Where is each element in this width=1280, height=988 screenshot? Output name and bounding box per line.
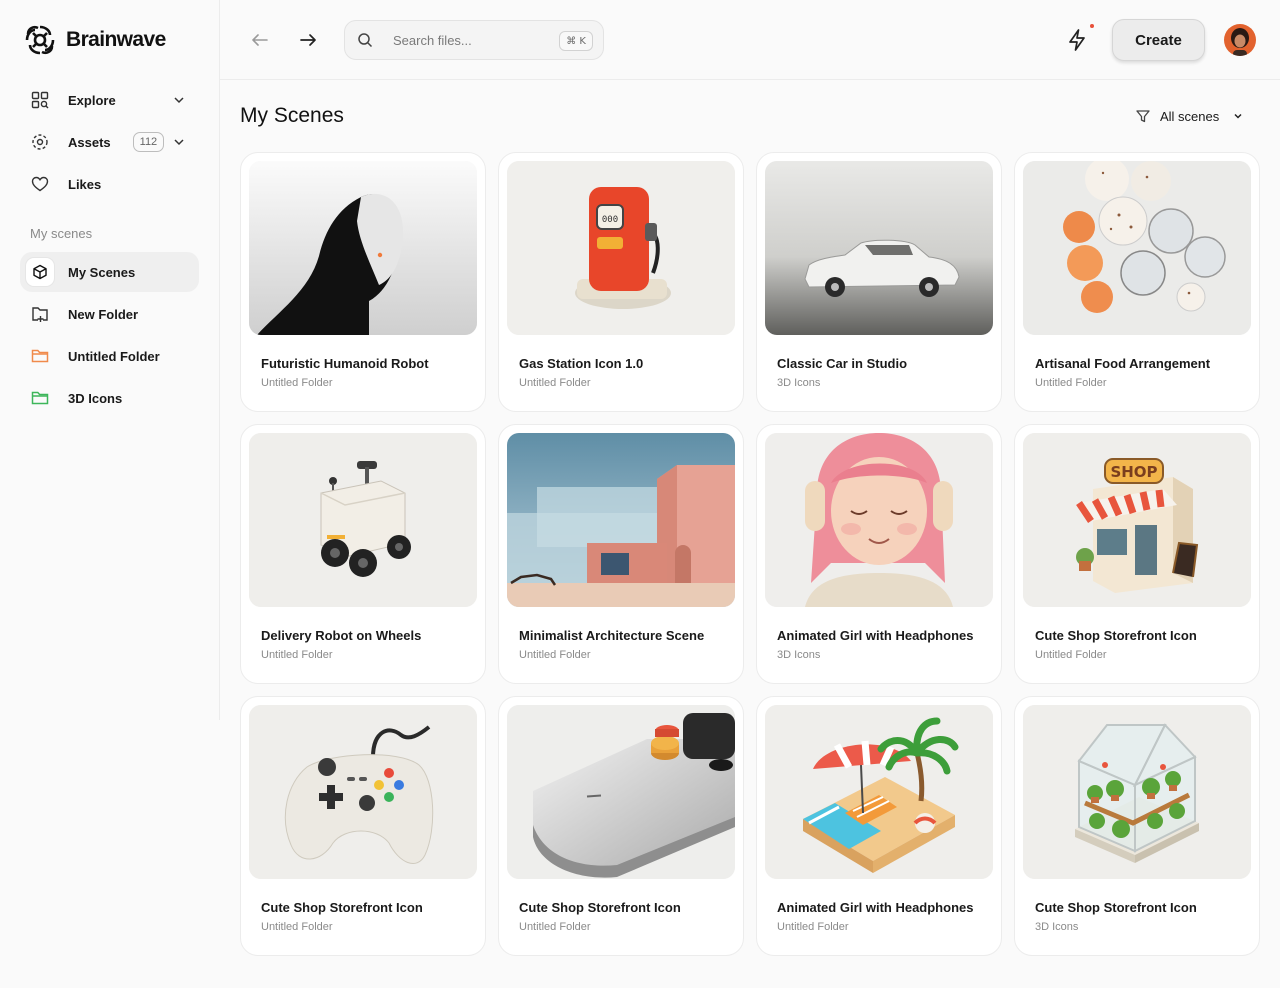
lightning-bolt-icon [1069, 29, 1085, 51]
create-button[interactable]: Create [1112, 19, 1205, 61]
filter-label: All scenes [1160, 108, 1220, 124]
scene-card[interactable]: Animated Girl with Headphones 3D Icons [756, 424, 1002, 684]
scene-title: Minimalist Architecture Scene [519, 628, 705, 643]
grid-search-icon [30, 90, 50, 110]
scene-title: Futuristic Humanoid Robot [261, 356, 429, 371]
scene-folder: Untitled Folder [261, 921, 333, 933]
scene-thumbnail [1023, 705, 1251, 879]
scene-thumbnail [1023, 161, 1251, 335]
sidebar-item-label: Assets [68, 134, 111, 150]
scene-title: Gas Station Icon 1.0 [519, 356, 644, 371]
cube-icon [26, 258, 54, 286]
search-bar[interactable]: ⌘ K [344, 20, 604, 60]
filter-icon [1136, 110, 1150, 123]
scene-card[interactable]: Classic Car in Studio 3D Icons [756, 152, 1002, 412]
scene-filter-dropdown[interactable]: All scenes [1136, 106, 1248, 126]
scene-title: Artisanal Food Arrangement [1035, 356, 1211, 371]
scene-title: Cute Shop Storefront Icon [1035, 900, 1197, 915]
folder-icon [30, 346, 50, 366]
chevron-down-icon [1234, 113, 1242, 119]
sidebar-item-untitled-folder[interactable]: Untitled Folder [20, 336, 199, 376]
search-input[interactable] [393, 32, 553, 48]
chevron-down-icon[interactable] [171, 92, 187, 108]
scene-card[interactable]: Artisanal Food Arrangement Untitled Fold… [1014, 152, 1260, 412]
scene-card[interactable]: Cute Shop Storefront Icon Untitled Folde… [240, 696, 486, 956]
scene-folder: 3D Icons [1035, 921, 1079, 933]
brainwave-logo-icon [25, 25, 55, 55]
folder-plus-icon [30, 304, 50, 324]
sidebar-item-label: 3D Icons [68, 390, 123, 406]
scene-folder: Untitled Folder [1035, 649, 1107, 661]
scene-folder: Untitled Folder [777, 921, 849, 933]
scene-card[interactable]: 000 Gas Station Icon 1.0 Untitled Folder [498, 152, 744, 412]
sidebar-item-3d-icons[interactable]: 3D Icons [20, 378, 199, 418]
scene-thumbnail [765, 433, 993, 607]
scene-title: Animated Girl with Headphones [777, 628, 974, 643]
scene-title: Cute Shop Storefront Icon [519, 900, 681, 915]
scene-folder: 3D Icons [777, 649, 821, 661]
section-label-my-scenes: My scenes [30, 226, 93, 241]
sidebar-item-likes[interactable]: Likes [20, 164, 199, 204]
scene-card[interactable]: Futuristic Humanoid Robot Untitled Folde… [240, 152, 486, 412]
scene-thumbnail [507, 705, 735, 879]
page-title: My Scenes [240, 104, 344, 127]
sidebar-item-label: Likes [68, 176, 102, 192]
scene-thumbnail: 000 [507, 161, 735, 335]
chevron-down-icon[interactable] [171, 134, 187, 150]
scene-title: Cute Shop Storefront Icon [261, 900, 423, 915]
scene-card[interactable]: Animated Girl with Headphones Untitled F… [756, 696, 1002, 956]
sidebar-item-label: My Scenes [68, 264, 136, 280]
assets-icon [30, 132, 50, 152]
scene-card[interactable]: Cute Shop Storefront Icon 3D Icons [1014, 696, 1260, 956]
scene-folder: Untitled Folder [1035, 377, 1107, 389]
heart-icon [30, 174, 50, 194]
scene-folder: Untitled Folder [519, 377, 591, 389]
sidebar-item-new-folder[interactable]: New Folder [20, 294, 199, 334]
scene-thumbnail [507, 433, 735, 607]
assets-count-badge: 112 [132, 132, 165, 152]
scene-title: Classic Car in Studio [777, 356, 908, 371]
scene-folder: Untitled Folder [519, 649, 591, 661]
scene-thumbnail [249, 705, 477, 879]
notifications-button[interactable] [1066, 24, 1094, 52]
forward-button[interactable] [296, 28, 320, 52]
user-avatar[interactable] [1224, 24, 1256, 56]
sidebar: Brainwave Explore Assets 112 Likes My sc… [0, 0, 220, 720]
scene-folder: Untitled Folder [261, 649, 333, 661]
scene-card[interactable]: Delivery Robot on Wheels Untitled Folder [240, 424, 486, 684]
scene-thumbnail [765, 161, 993, 335]
scene-grid: Futuristic Humanoid Robot Untitled Folde… [240, 152, 1260, 956]
back-button[interactable] [248, 28, 272, 52]
scene-title: Cute Shop Storefront Icon [1035, 628, 1197, 643]
scene-folder: Untitled Folder [519, 921, 591, 933]
sidebar-item-label: Untitled Folder [68, 348, 160, 364]
sidebar-item-label: Explore [68, 92, 116, 108]
sidebar-item-assets[interactable]: Assets 112 [20, 122, 199, 162]
brand-name: Brainwave [66, 28, 166, 51]
sidebar-item-my-scenes[interactable]: My Scenes [20, 252, 199, 292]
search-icon [358, 33, 373, 48]
arrow-left-icon [252, 34, 268, 46]
scene-folder: 3D Icons [777, 377, 821, 389]
brand[interactable]: Brainwave [24, 24, 166, 56]
sidebar-item-label: New Folder [68, 306, 139, 322]
scene-card[interactable]: Cute Shop Storefront Icon Untitled Folde… [498, 696, 744, 956]
scene-card[interactable]: Minimalist Architecture Scene Untitled F… [498, 424, 744, 684]
scene-card[interactable]: SHOP Cute Shop Storefront Icon Untitled … [1014, 424, 1260, 684]
sidebar-item-explore[interactable]: Explore [20, 80, 199, 120]
scene-thumbnail: SHOP [1023, 433, 1251, 607]
notification-dot [1090, 24, 1094, 28]
folder-icon [30, 388, 50, 408]
scene-thumbnail [249, 433, 477, 607]
scene-thumbnail [249, 161, 477, 335]
scene-thumbnail [765, 705, 993, 879]
scene-title: Animated Girl with Headphones [777, 900, 974, 915]
topbar: ⌘ K Create [220, 0, 1280, 80]
arrow-right-icon [300, 34, 316, 46]
svg-text:000: 000 [602, 215, 618, 225]
search-shortcut-hint: ⌘ K [559, 31, 593, 51]
svg-text:SHOP: SHOP [1110, 463, 1157, 481]
scene-folder: Untitled Folder [261, 377, 333, 389]
scene-title: Delivery Robot on Wheels [261, 628, 422, 643]
